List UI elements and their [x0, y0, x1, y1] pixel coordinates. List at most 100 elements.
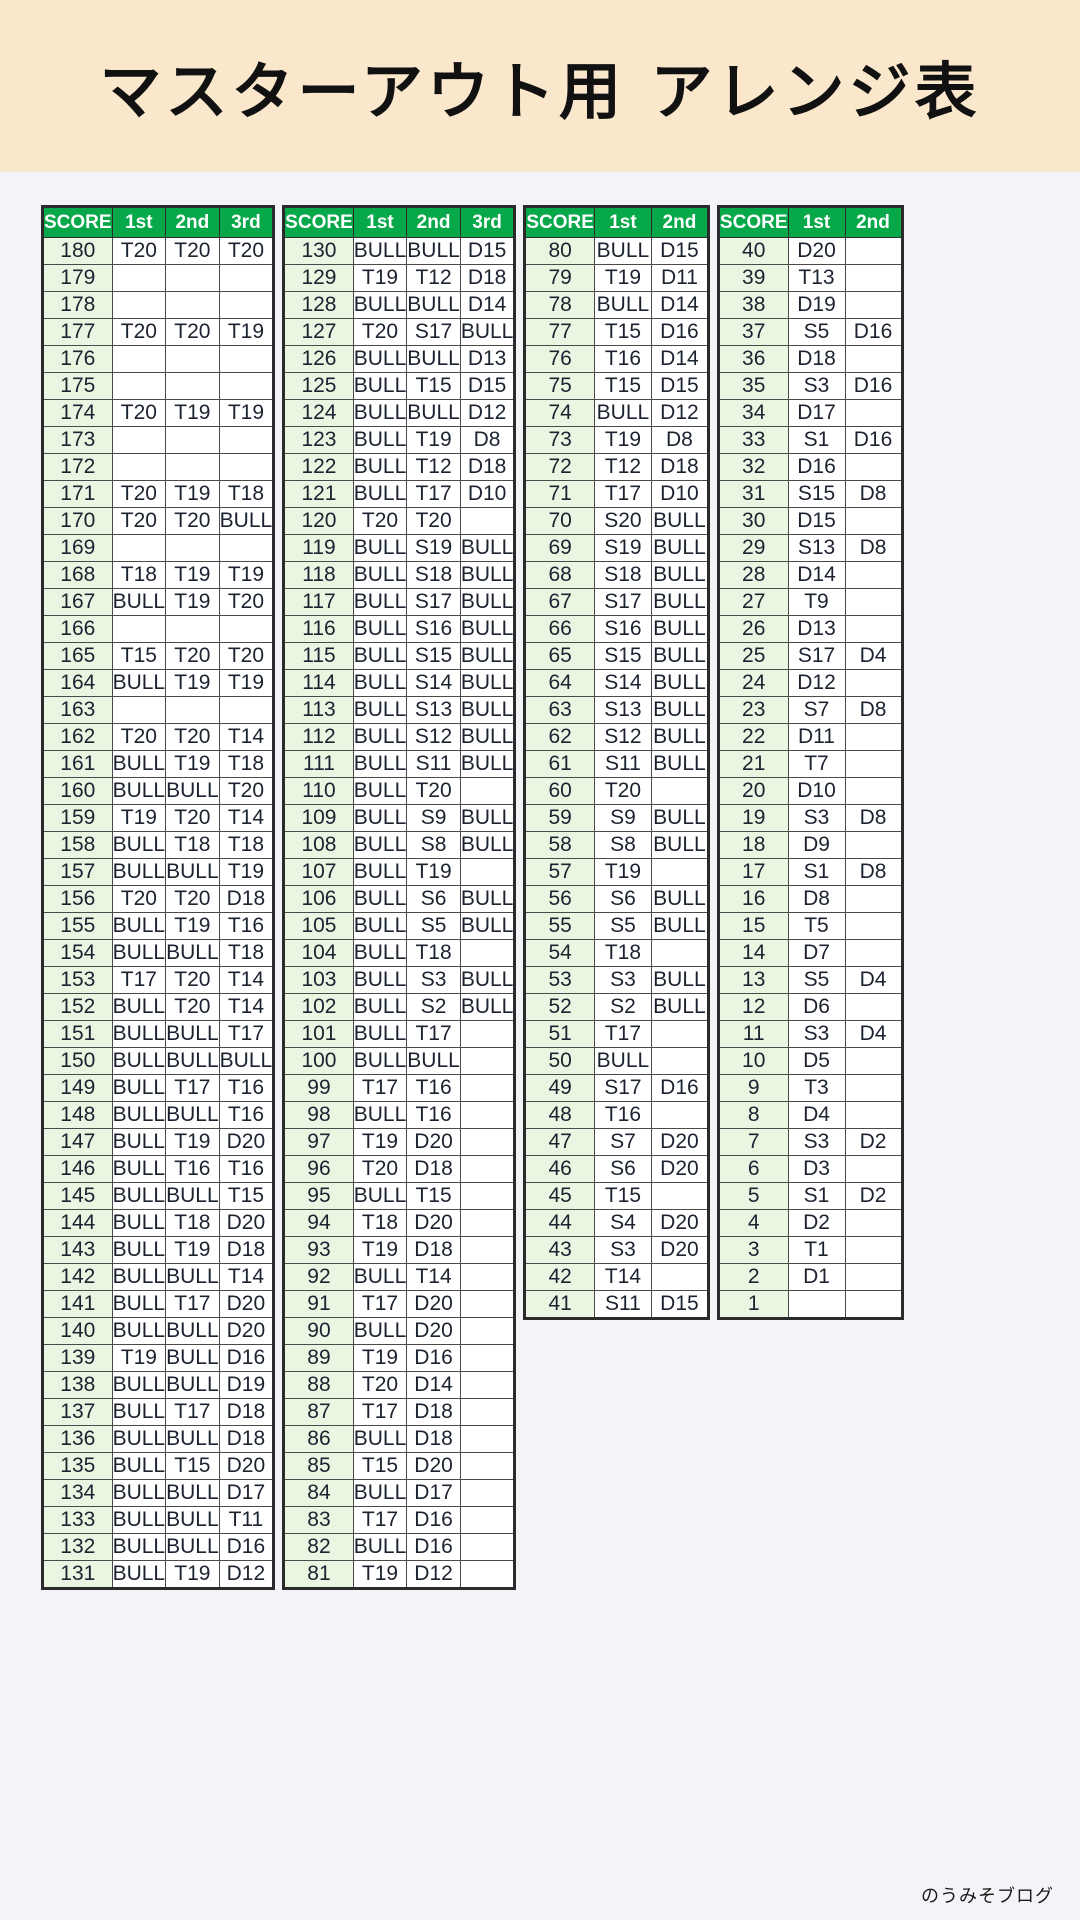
throw-cell-2nd: D8 — [844, 534, 903, 562]
throw-cell-1st: BULL — [352, 696, 408, 724]
throw-cell-3rd: T11 — [218, 1506, 275, 1534]
table-row: 172 — [42, 453, 275, 481]
throw-cell-1st: T20 — [593, 777, 652, 805]
throw-cell-1st: T12 — [593, 453, 652, 481]
throw-cell-1st: S17 — [593, 1074, 652, 1102]
table-row: 137 BULL T17 D18 — [42, 1398, 275, 1426]
table-row: 66 S16 BULL — [524, 615, 709, 643]
throw-cell-1st — [111, 534, 167, 562]
throw-cell-1st: T20 — [352, 318, 408, 346]
throw-cell-2nd: BULL — [165, 1047, 220, 1075]
table-row: 91 T17 D20 — [283, 1290, 516, 1318]
table-row: 77 T15 D16 — [524, 318, 709, 346]
throw-cell-1st: T20 — [111, 237, 167, 265]
throw-cell-3rd — [218, 372, 275, 400]
score-cell: 58 — [524, 831, 595, 859]
throw-cell-1st: D9 — [787, 831, 846, 859]
throw-cell-2nd — [165, 615, 220, 643]
score-cell: 143 — [42, 1236, 113, 1264]
throw-cell-1st: BULL — [352, 993, 408, 1021]
throw-cell-3rd: D19 — [218, 1371, 275, 1399]
throw-cell-1st: S7 — [787, 696, 846, 724]
throw-cell-3rd: D13 — [459, 345, 516, 373]
score-cell: 103 — [283, 966, 354, 994]
table-row: 57 T19 — [524, 858, 709, 886]
throw-cell-1st: BULL — [111, 993, 167, 1021]
throw-cell-1st: T15 — [111, 642, 167, 670]
score-cell: 38 — [717, 291, 789, 319]
throw-cell-1st: T16 — [593, 345, 652, 373]
throw-cell-1st: D15 — [787, 507, 846, 535]
table-row: 78 BULL D14 — [524, 291, 709, 319]
table-row: 72 T12 D18 — [524, 453, 709, 481]
throw-cell-2nd — [165, 696, 220, 724]
throw-cell-3rd: T14 — [218, 1263, 275, 1291]
throw-cell-2nd — [844, 723, 903, 751]
throw-cell-1st: BULL — [111, 1128, 167, 1156]
score-cell: 54 — [524, 939, 595, 967]
throw-cell-3rd — [459, 939, 516, 967]
score-cell: 15 — [717, 912, 789, 940]
throw-cell-1st: S1 — [787, 426, 846, 454]
score-cell: 133 — [42, 1506, 113, 1534]
score-cell: 56 — [524, 885, 595, 913]
throw-cell-3rd: T20 — [218, 588, 275, 616]
column-header-2nd: 2nd — [165, 206, 220, 238]
score-cell: 142 — [42, 1263, 113, 1291]
throw-cell-2nd — [844, 831, 903, 859]
throw-cell-2nd: BULL — [165, 1479, 220, 1507]
table-row: 180 T20 T20 T20 — [42, 237, 275, 265]
table-row: 124 BULL BULL D12 — [283, 399, 516, 427]
throw-cell-2nd: T20 — [165, 642, 220, 670]
throw-cell-1st: S3 — [593, 1236, 652, 1264]
throw-cell-3rd — [459, 507, 516, 535]
throw-cell-2nd: S5 — [406, 912, 461, 940]
throw-cell-2nd: T20 — [165, 804, 220, 832]
throw-cell-1st: BULL — [111, 912, 167, 940]
throw-cell-2nd — [165, 372, 220, 400]
score-cell: 171 — [42, 480, 113, 508]
throw-cell-2nd — [844, 345, 903, 373]
throw-cell-2nd: S19 — [406, 534, 461, 562]
column-header-score: SCORE — [524, 206, 595, 238]
score-cell: 112 — [283, 723, 354, 751]
table-row: 59 S9 BULL — [524, 804, 709, 832]
throw-cell-3rd: D20 — [218, 1209, 275, 1237]
throw-cell-3rd — [459, 1209, 516, 1237]
column-header-2nd: 2nd — [650, 206, 709, 238]
throw-cell-1st: T17 — [352, 1074, 408, 1102]
table-row: 5 S1 D2 — [717, 1182, 903, 1210]
throw-cell-2nd — [165, 264, 220, 292]
throw-cell-1st: BULL — [111, 1236, 167, 1264]
throw-cell-2nd: D20 — [406, 1209, 461, 1237]
table-row: 4 D2 — [717, 1209, 903, 1237]
table-row: 33 S1 D16 — [717, 426, 903, 454]
throw-cell-2nd: S9 — [406, 804, 461, 832]
table-row: 148 BULL BULL T16 — [42, 1101, 275, 1129]
score-cell: 40 — [717, 237, 789, 265]
throw-cell-1st: D16 — [787, 453, 846, 481]
table-row: 102 BULL S2 BULL — [283, 993, 516, 1021]
throw-cell-2nd: T19 — [165, 1128, 220, 1156]
throw-cell-3rd: T19 — [218, 399, 275, 427]
throw-cell-2nd: S15 — [406, 642, 461, 670]
throw-cell-1st: T20 — [111, 885, 167, 913]
throw-cell-2nd: BULL — [165, 1263, 220, 1291]
table-row: 48 T16 — [524, 1101, 709, 1129]
score-cell: 114 — [283, 669, 354, 697]
throw-cell-3rd: T18 — [218, 831, 275, 859]
score-cell: 158 — [42, 831, 113, 859]
throw-cell-1st: T19 — [111, 1344, 167, 1372]
throw-cell-3rd — [459, 1047, 516, 1075]
throw-cell-1st: BULL — [593, 399, 652, 427]
score-cell: 165 — [42, 642, 113, 670]
score-cell: 172 — [42, 453, 113, 481]
score-cell: 149 — [42, 1074, 113, 1102]
score-cell: 127 — [283, 318, 354, 346]
table-row: 83 T17 D16 — [283, 1506, 516, 1534]
throw-cell-1st: BULL — [111, 1479, 167, 1507]
table-row: 168 T18 T19 T19 — [42, 561, 275, 589]
table-row: 19 S3 D8 — [717, 804, 903, 832]
throw-cell-2nd: D10 — [650, 480, 709, 508]
throw-cell-3rd: D20 — [218, 1128, 275, 1156]
